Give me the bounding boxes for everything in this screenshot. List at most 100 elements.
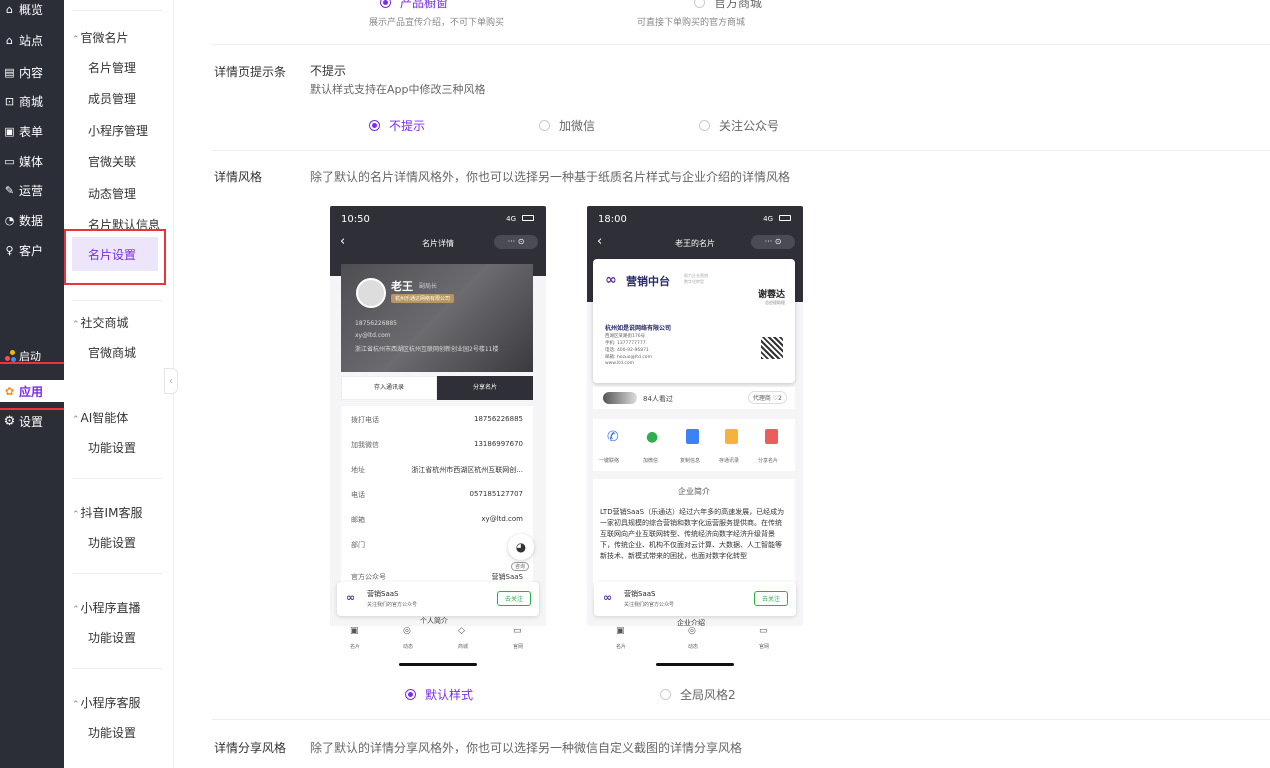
row-value: xy@ltd.com [481, 515, 523, 523]
radio-product-window[interactable]: 产品橱窗 [380, 0, 448, 11]
phone-header: 18:00 4G ‹ 老王的名片 ··· ⊙ [587, 206, 803, 262]
sub-item-im-function-settings[interactable]: 功能设置 [88, 534, 136, 551]
row-label: 部门 [351, 541, 365, 549]
radio-global-style-2[interactable]: 全局风格2 [660, 686, 736, 703]
nav-item-data[interactable]: ◔ 数据 [0, 209, 64, 231]
group-social-mall[interactable]: 社交商城 [72, 314, 129, 331]
group-douyin-im[interactable]: 抖音IM客服 [72, 504, 143, 521]
action-label: 分享名片 [758, 458, 779, 464]
group-miniprogram-service[interactable]: 小程序客服 [72, 694, 141, 711]
contact-book-icon [725, 429, 738, 444]
website-tab-icon: ▭ [513, 626, 522, 636]
banner-title: 营销SaaS [367, 590, 399, 598]
agent-badge: 代理商 ♡2 [747, 391, 787, 404]
nav-item-operations[interactable]: ✎ 运营 [0, 179, 64, 201]
radio-add-wechat[interactable]: 加微信 [539, 117, 595, 134]
behind-text: 企业介绍 [677, 619, 705, 626]
detail-style-desc: 除了默认的名片详情风格外，你也可以选择另一种基于纸质名片样式与企业介绍的详情风格 [310, 170, 791, 184]
feed-tab-icon: ◎ [688, 626, 696, 636]
nav-label: 数据 [19, 213, 44, 228]
sub-item-card-manage[interactable]: 名片管理 [88, 59, 136, 76]
group-miniprogram-live[interactable]: 小程序直播 [72, 599, 141, 616]
sub-item-ai-function-settings[interactable]: 功能设置 [88, 439, 136, 456]
nav-item-media[interactable]: ▭ 媒体 [0, 150, 64, 172]
tab-label: 官网 [759, 644, 770, 650]
ltd-logo-icon: ∞ [605, 272, 617, 288]
divider [212, 44, 1270, 45]
tab-bar: ▣ 名片 ◎ 动态 ◇ 商城 ▭ 官网 [330, 626, 546, 656]
brand-name: 营销中台 [626, 275, 670, 288]
sub-item-live-function-settings[interactable]: 功能设置 [88, 629, 136, 646]
radio-default-style[interactable]: 默认样式 [405, 686, 473, 703]
viewer-avatars [603, 392, 637, 404]
row-label: 加我微信 [351, 441, 379, 449]
chat-icon: ◕ [508, 534, 534, 560]
capsule-menu-icon: ··· ⊙ [494, 235, 538, 249]
tab-label: 名片 [350, 644, 361, 650]
collapse-sidebar-button[interactable]: ‹ [164, 368, 178, 394]
nav-item-form[interactable]: ▣ 表单 [0, 120, 64, 142]
radio-no-tip[interactable]: 不提示 [369, 117, 425, 134]
radio-label: 不提示 [389, 119, 426, 133]
tab-label: 商城 [458, 644, 469, 650]
group-official-card[interactable]: 官微名片 [72, 29, 129, 46]
nav-item-customer[interactable]: ♀ 客户 [0, 239, 64, 261]
nav-item-site[interactable]: ⌂ 站点 [0, 29, 64, 51]
wechat-icon: ● [646, 429, 659, 445]
nav-label: 运营 [19, 183, 44, 198]
nav-item-mall[interactable]: ⊡ 商城 [0, 90, 64, 112]
nav-item-settings[interactable]: ⚙ 设置 [0, 410, 64, 432]
tip-bar-desc: 默认样式支持在App中修改三种风格 [310, 83, 486, 96]
sub-item-official-mall[interactable]: 官微商城 [88, 344, 136, 361]
status-time: 10:50 [341, 214, 370, 225]
intro-text: LTD营销SaaS（乐通达）经过六年多的高速发展，已经成为一家初具规模的综合营销… [600, 508, 785, 560]
cart-icon: ⊡ [4, 94, 15, 108]
nav-item-content[interactable]: ▤ 内容 [0, 61, 64, 83]
sub-item-service-function-settings[interactable]: 功能设置 [88, 724, 136, 741]
row-label: 邮箱 [351, 516, 365, 524]
row-value: 13186997670 [474, 440, 523, 448]
card-tab-icon: ▣ [350, 626, 359, 636]
share-icon [765, 429, 778, 444]
banner-subtitle: 关注我们的官方公众号 [367, 602, 418, 608]
share-card-button: 分享名片 [437, 376, 533, 400]
radio-dot [694, 0, 705, 8]
user-icon: ♀ [5, 243, 14, 257]
radio-label: 全局风格2 [680, 688, 736, 702]
launch-icon [3, 349, 16, 363]
ltd-logo-icon: ∞ [603, 591, 613, 604]
media-icon: ▭ [4, 154, 15, 168]
viewers-count: 84人看过 [643, 395, 673, 403]
radio-follow-account[interactable]: 关注公众号 [699, 117, 779, 134]
radio-dot [660, 689, 671, 700]
action-label: 加微信 [643, 458, 659, 464]
sub-item-member-manage[interactable]: 成员管理 [88, 90, 136, 107]
action-label: 复制信息 [680, 458, 701, 464]
sub-item-miniprogram-manage[interactable]: 小程序管理 [88, 122, 148, 139]
radio-dot [405, 689, 416, 700]
card-company: 杭州如是说网络有限公司 [605, 325, 672, 332]
tab-label: 名片 [616, 644, 627, 650]
brand-slogan: 助力企业营销 数字化转型 [684, 273, 708, 284]
radio-dot [539, 120, 550, 131]
radio-label: 加微信 [559, 119, 596, 133]
tab-label: 动态 [688, 644, 699, 650]
divider [212, 150, 1270, 151]
divider [212, 719, 1270, 720]
status-time: 18:00 [598, 214, 627, 225]
home-icon: ⌂ [6, 2, 13, 16]
company-intro: 企业简介 LTD营销SaaS（乐通达）经过六年多的高速发展，已经成为一家初具规模… [593, 479, 795, 599]
profile-email: xy@ltd.com [355, 332, 391, 339]
group-ai-agent[interactable]: AI智能体 [72, 409, 129, 426]
card-line: 手机: 1377777777 [605, 341, 646, 346]
qr-code-icon [761, 337, 783, 359]
divider [72, 573, 162, 574]
profile-company: 杭州乐通达网络有限公司 [391, 294, 455, 303]
row-value: 营销SaaS [491, 573, 523, 581]
sub-item-feed-manage[interactable]: 动态管理 [88, 185, 136, 202]
business-card: ∞ 营销中台 助力企业营销 数字化转型 谢蓉达 总经理助理 杭州如是说网络有限公… [593, 259, 795, 383]
radio-official-mall[interactable]: 官方商城 [694, 0, 762, 11]
nav-item-overview[interactable]: ⌂ 概览 [0, 0, 64, 20]
behind-text: 个人简介 [420, 617, 448, 625]
sub-item-official-link[interactable]: 官微关联 [88, 153, 136, 170]
